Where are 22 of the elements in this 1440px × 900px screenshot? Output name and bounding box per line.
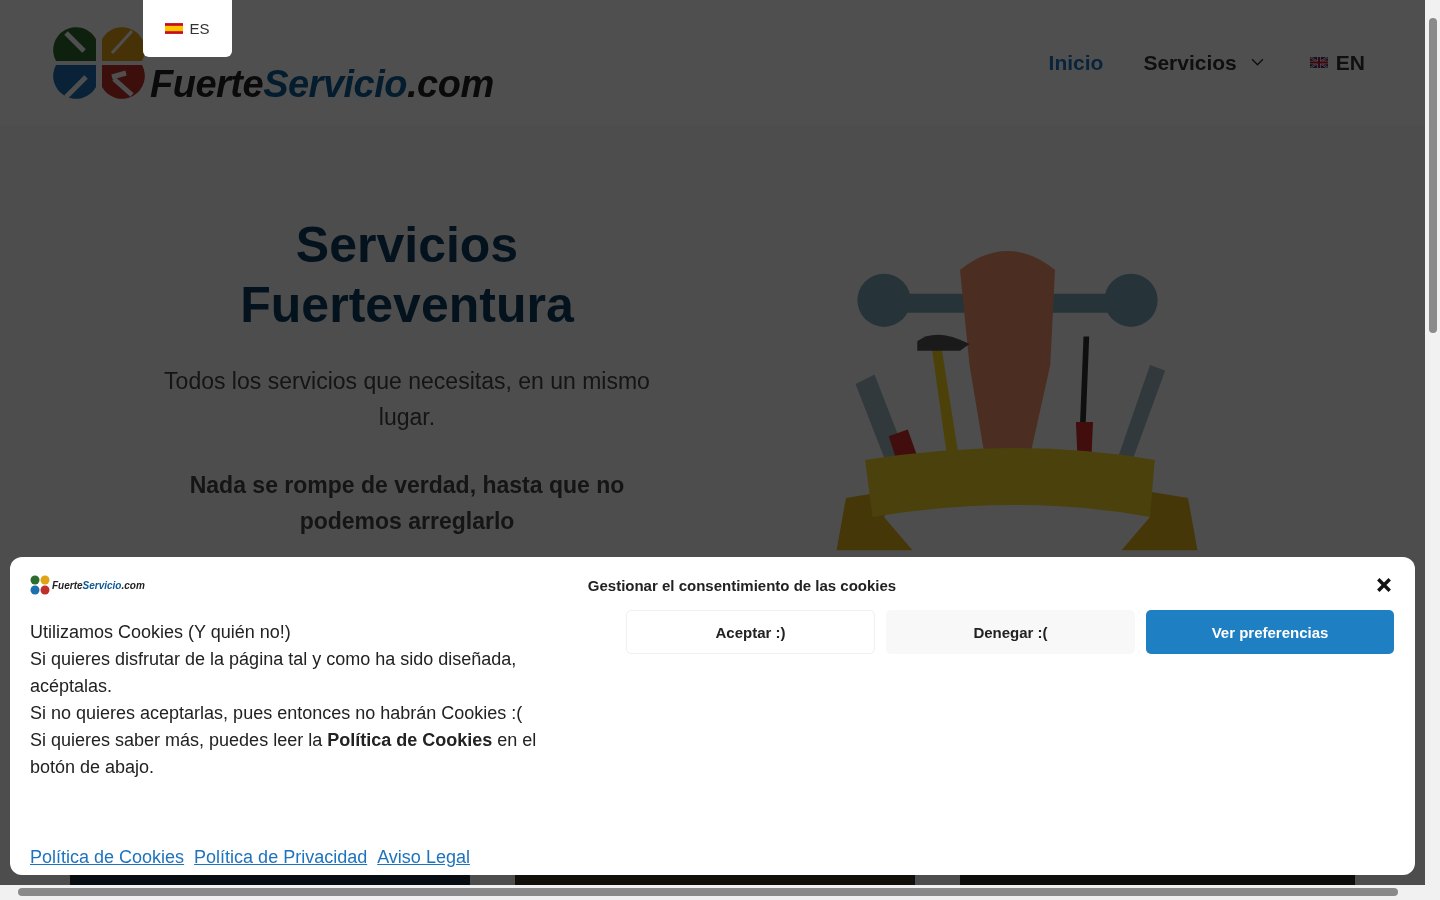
hero-tagline: Nada se rompe de verdad, hasta que no podemos arreglarlo — [188, 471, 626, 536]
hero-title: Servicios Fuerteventura — [239, 216, 575, 335]
message-text: Si no quieres aceptarlas, pues entonces no habrán Cookies :( — [30, 702, 524, 725]
logo-text: FuerteServicio.com — [52, 579, 145, 591]
chevron-down-icon — [1250, 58, 1264, 67]
message-text: Si quieres disfrutar de la página tal y como ha sido diseñada, acéptalas. — [30, 648, 518, 698]
spain-flag-icon — [165, 23, 184, 34]
policy-link[interactable]: Política de Cookies — [30, 847, 185, 868]
consent-button[interactable]: Ver preferencias — [1146, 610, 1394, 654]
consent-button[interactable]: Aceptar :) — [626, 610, 875, 654]
language-dropdown[interactable]: ES — [143, 0, 232, 57]
dialog-title: Gestionar el consentimiento de las cookies — [587, 576, 897, 594]
language-label: ES — [189, 20, 210, 37]
policy-link[interactable]: Aviso Legal — [377, 847, 470, 868]
uk-flag-icon — [1309, 57, 1328, 68]
message-text: Utilizamos Cookies (Y quién no!) — [30, 621, 292, 644]
close-icon[interactable] — [1374, 575, 1394, 595]
consent-button[interactable]: Denegar :( — [886, 610, 1135, 654]
hero-subtitle: Todos los servicios que necesitas, en un mismo lugar. — [163, 367, 651, 432]
message-text: Si quieres saber más, puedes leer la Política de Cookies en el botón de abajo. — [30, 729, 538, 779]
policy-link[interactable]: Política de Privacidad — [194, 847, 368, 868]
logo-icon — [30, 575, 50, 595]
